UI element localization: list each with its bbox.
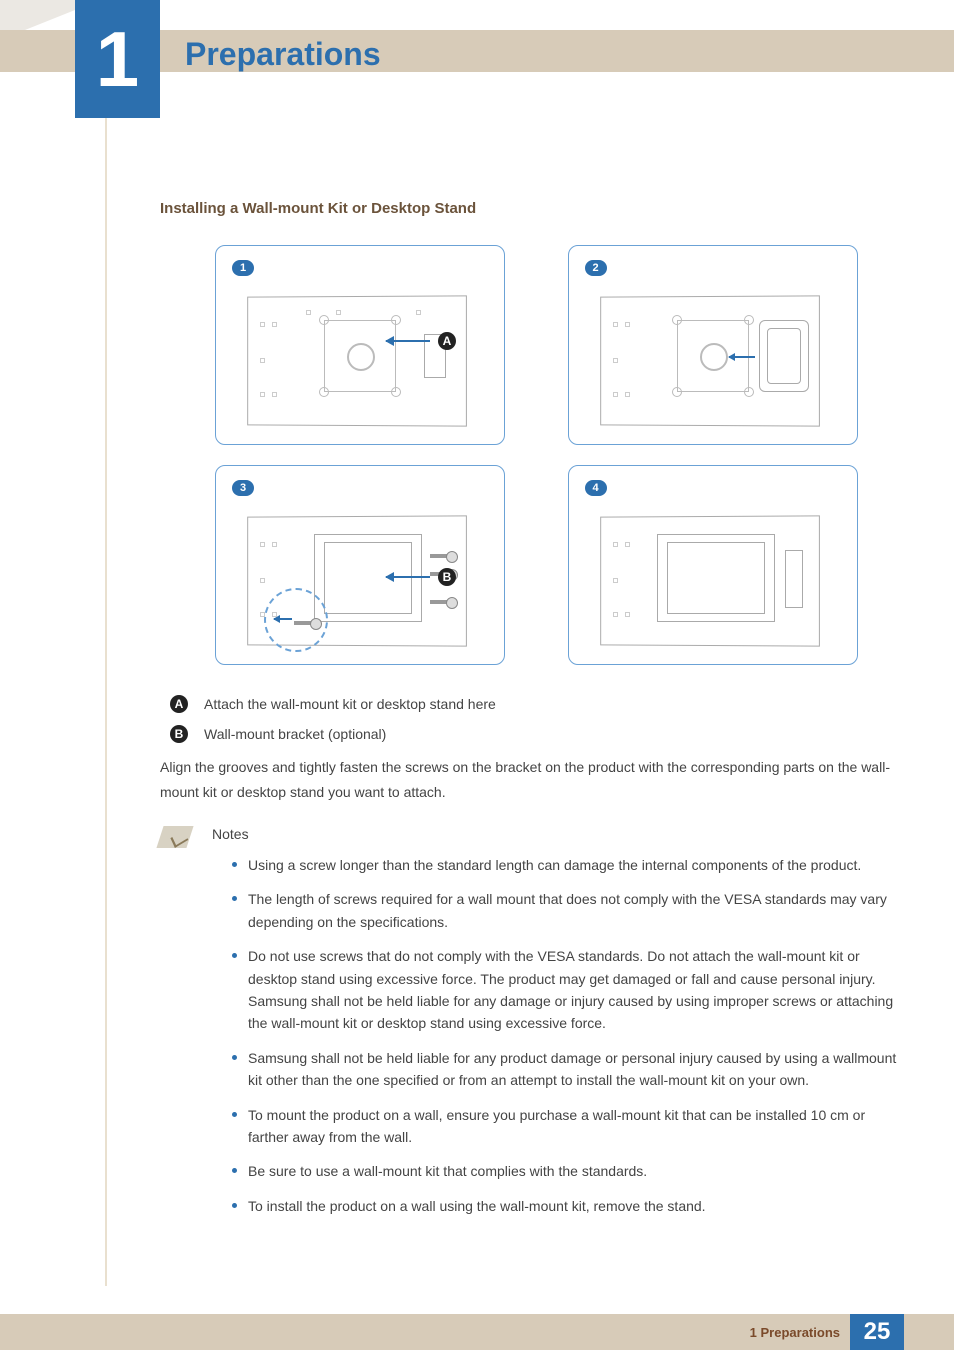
- chapter-number: 1: [96, 20, 139, 98]
- legend-row-a: A Attach the wall-mount kit or desktop s…: [170, 695, 900, 713]
- monitor-rear-illustration: [599, 296, 819, 426]
- legend-row-b: B Wall-mount bracket (optional): [170, 725, 900, 743]
- list-item: Be sure to use a wall-mount kit that com…: [232, 1160, 900, 1182]
- monitor-rear-illustration: [599, 516, 819, 646]
- monitor-rear-illustration: [246, 296, 466, 426]
- notes-list: Using a screw longer than the standard l…: [212, 854, 900, 1217]
- callout-b-badge: B: [438, 568, 456, 586]
- list-item: To mount the product on a wall, ensure y…: [232, 1104, 900, 1149]
- page-content: Installing a Wall-mount Kit or Desktop S…: [160, 200, 900, 1229]
- legend-text-a: Attach the wall-mount kit or desktop sta…: [204, 696, 496, 712]
- list-item: Samsung shall not be held liable for any…: [232, 1047, 900, 1092]
- diagram-panel-2: 2: [568, 245, 858, 445]
- step-badge-1: 1: [232, 260, 254, 276]
- step-badge-2: 2: [585, 260, 607, 276]
- list-item: Using a screw longer than the standard l…: [232, 854, 900, 876]
- diagram-grid: 1 A: [215, 245, 900, 665]
- page-footer: 1 Preparations 25: [0, 1314, 954, 1350]
- diagram-panel-4: 4: [568, 465, 858, 665]
- left-margin-rule: [105, 118, 107, 1286]
- chapter-number-box: 1: [75, 0, 160, 118]
- callout-a-badge: A: [438, 332, 456, 350]
- legend-badge-b: B: [170, 725, 188, 743]
- legend-badge-a: A: [170, 695, 188, 713]
- step-badge-3: 3: [232, 480, 254, 496]
- notes-title: Notes: [212, 826, 900, 842]
- notes-block: Notes Using a screw longer than the stan…: [160, 826, 900, 1229]
- list-item: The length of screws required for a wall…: [232, 888, 900, 933]
- list-item: To install the product on a wall using t…: [232, 1195, 900, 1217]
- notes-icon: [156, 826, 193, 848]
- diagram-panel-1: 1 A: [215, 245, 505, 445]
- footer-section-label: 1 Preparations: [750, 1325, 840, 1340]
- list-item: Do not use screws that do not comply wit…: [232, 945, 900, 1035]
- page-number: 25: [850, 1314, 904, 1350]
- legend-text-b: Wall-mount bracket (optional): [204, 726, 386, 742]
- body-paragraph: Align the grooves and tightly fasten the…: [160, 755, 900, 804]
- diagram-panel-3: 3 B: [215, 465, 505, 665]
- section-heading: Installing a Wall-mount Kit or Desktop S…: [160, 200, 900, 217]
- step-badge-4: 4: [585, 480, 607, 496]
- chapter-title: Preparations: [185, 36, 381, 73]
